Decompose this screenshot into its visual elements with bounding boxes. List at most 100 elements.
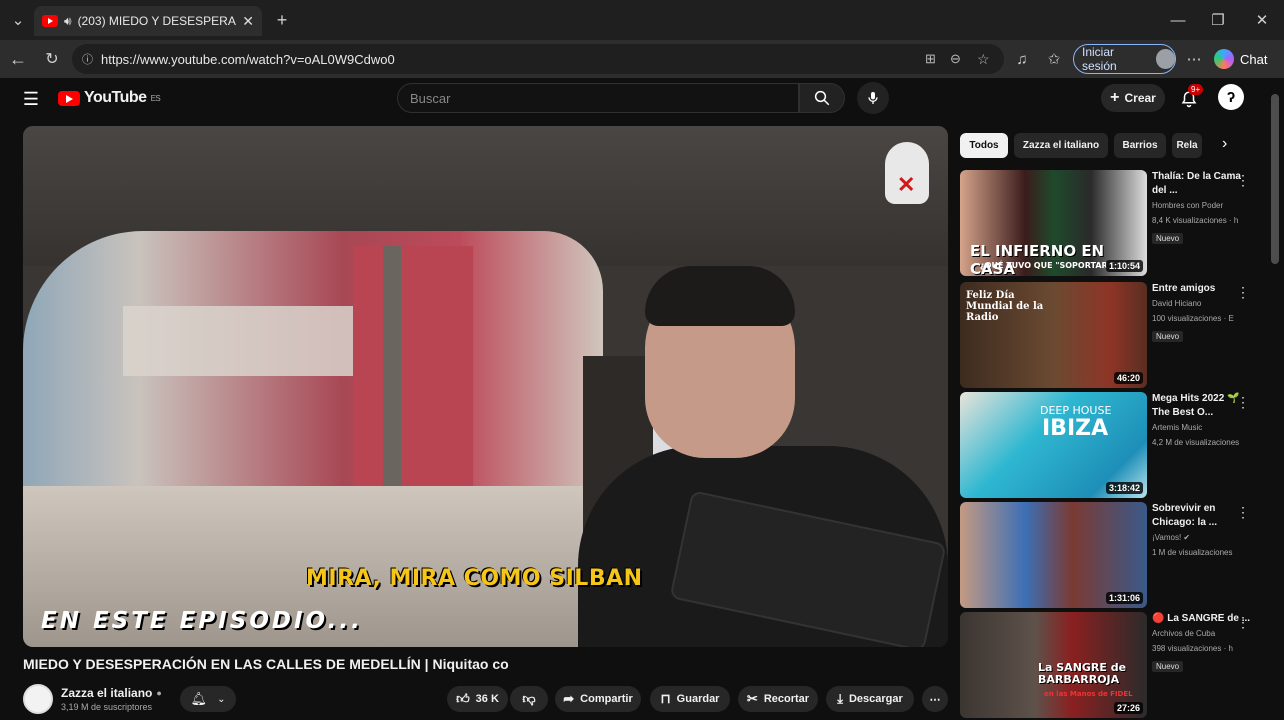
recommendation-meta: 4,2 M de visualizaciones: [1152, 438, 1240, 447]
like-count: 36 K: [475, 693, 499, 705]
create-button[interactable]: + Crear: [1101, 84, 1165, 112]
close-window-button[interactable]: ✕: [1252, 10, 1272, 30]
search-icon: [814, 90, 830, 106]
kebab-menu-icon[interactable]: ⋮: [1236, 284, 1250, 301]
copilot-icon: [1214, 49, 1234, 69]
recommendation-item[interactable]: DEEP HOUSE IBIZA 3:18:42 Mega Hits 2022 …: [960, 392, 1265, 498]
plus-icon: +: [1110, 89, 1120, 106]
search-input[interactable]: Buscar: [397, 83, 799, 113]
chip-barrios[interactable]: Barrios: [1114, 133, 1166, 158]
save-button[interactable]: ⊓ Guardar: [650, 686, 730, 712]
more-actions-button[interactable]: ⋯: [922, 686, 948, 712]
recommendation-item[interactable]: 1:31:06 Sobrevivir en Chicago: la ... ¡V…: [960, 502, 1265, 608]
scrollbar-thumb[interactable]: [1271, 94, 1279, 264]
url-field[interactable]: ⓘ https://www.youtube.com/watch?v=oAL0W9…: [72, 44, 1004, 74]
recommendation-item[interactable]: EL INFIERNO EN CASA ¿QUÉ TUVO QUE "SOPOR…: [960, 170, 1265, 276]
site-info-icon[interactable]: ⓘ: [82, 51, 93, 67]
youtube-logo-icon: [58, 90, 80, 106]
chip-channel[interactable]: Zazza el italiano: [1014, 133, 1108, 158]
tab-close-icon[interactable]: ✕: [242, 13, 254, 30]
video-thumbnail[interactable]: 1:31:06: [960, 502, 1147, 608]
new-badge: Nuevo: [1152, 233, 1184, 244]
speaker-icon[interactable]: 🔊︎: [64, 14, 72, 29]
address-bar-row: ← ↻ ⓘ https://www.youtube.com/watch?v=oA…: [0, 40, 1284, 78]
more-menu-icon[interactable]: ⋯: [1184, 49, 1204, 69]
duration-badge: 1:31:06: [1105, 592, 1143, 604]
favorite-star-icon[interactable]: ☆: [977, 51, 990, 68]
clip-label: Recortar: [763, 693, 810, 705]
scissors-icon: ✂: [746, 691, 758, 706]
channel-avatar[interactable]: [23, 684, 53, 714]
region-code: ES: [150, 93, 161, 103]
video-thumbnail[interactable]: EL INFIERNO EN CASA ¿QUÉ TUVO QUE "SOPOR…: [960, 170, 1147, 276]
video-thumbnail[interactable]: La SANGRE de BARBARROJA en las Manos de …: [960, 612, 1147, 718]
restore-button[interactable]: ❐: [1208, 10, 1228, 30]
youtube-favicon-icon: [42, 15, 58, 27]
recommendation-meta: 8,4 K visualizaciones · h: [1152, 216, 1239, 225]
account-avatar[interactable]: ʔ: [1218, 84, 1244, 110]
new-badge: Nuevo: [1152, 331, 1184, 342]
video-thumbnail[interactable]: DEEP HOUSE IBIZA 3:18:42: [960, 392, 1147, 498]
profile-avatar-icon: [1155, 49, 1175, 69]
media-control-icon[interactable]: ♫: [1012, 49, 1032, 69]
signin-label: Iniciar sesión: [1082, 45, 1117, 73]
video-thumbnail[interactable]: Feliz Día Mundial de la Radio 46:20: [960, 282, 1147, 388]
like-button[interactable]: 👍︎ 36 K: [447, 686, 508, 712]
recommendation-item[interactable]: Feliz Día Mundial de la Radio 46:20 Entr…: [960, 282, 1265, 388]
back-icon[interactable]: ←: [8, 49, 28, 69]
duration-badge: 46:20: [1113, 372, 1143, 384]
chip-related[interactable]: Rela: [1172, 133, 1202, 158]
clip-button[interactable]: ✂ Recortar: [738, 686, 818, 712]
video-player[interactable]: MIRA, MIRA COMO SILBAN EN ESTE EPISODIO.…: [23, 126, 948, 647]
recommendation-item[interactable]: La SANGRE de BARBARROJA en las Manos de …: [960, 612, 1265, 718]
zoom-icon[interactable]: ⊖: [950, 51, 961, 67]
recommendation-channel: Hombres con Poder: [1152, 201, 1224, 210]
reload-icon[interactable]: ↻: [42, 49, 62, 69]
thumbnail-headline: IBIZA: [1042, 416, 1109, 441]
thumbnail-subline: en las Manos de FIDEL: [1044, 690, 1133, 698]
share-button[interactable]: ➦ Compartir: [555, 686, 641, 712]
new-tab-button[interactable]: +: [272, 10, 292, 30]
kebab-menu-icon[interactable]: ⋮: [1236, 504, 1250, 521]
browser-tab[interactable]: 🔊︎ (203) MIEDO Y DESESPERACIÓN EN LAS CA…: [34, 6, 262, 36]
chat-label: Chat: [1240, 51, 1268, 67]
recommendation-meta: 100 visualizaciones · E: [1152, 314, 1234, 323]
save-label: Guardar: [676, 693, 720, 705]
channel-name: Zazza el italiano: [61, 686, 153, 700]
download-button[interactable]: ⤓ Descargar: [826, 686, 914, 712]
chip-todos[interactable]: Todos: [960, 133, 1008, 158]
notification-badge: 9+: [1188, 84, 1204, 95]
channel-watermark-icon[interactable]: [885, 142, 929, 204]
signin-button[interactable]: Iniciar sesión: [1073, 44, 1176, 74]
create-label: Crear: [1124, 91, 1156, 105]
channel-name-link[interactable]: Zazza el italiano ●: [61, 686, 162, 700]
search-button[interactable]: [799, 83, 845, 113]
app-available-icon[interactable]: ⊞: [925, 51, 936, 67]
youtube-logo[interactable]: YouTube ES: [58, 89, 161, 107]
thumbs-down-icon: 👎︎: [522, 691, 536, 706]
subscription-bell-button[interactable]: 🔔︎ ⌄: [180, 686, 236, 712]
kebab-menu-icon[interactable]: ⋮: [1236, 394, 1250, 411]
favorites-icon[interactable]: ✩: [1044, 49, 1064, 69]
page-scrollbar[interactable]: [1268, 80, 1282, 720]
recommendation-meta: 398 visualizaciones · h: [1152, 644, 1233, 653]
thumbnail-headline: Feliz Día Mundial de la Radio: [966, 290, 1044, 323]
hamburger-menu-icon[interactable]: ☰: [20, 88, 42, 110]
minimize-button[interactable]: —: [1168, 10, 1188, 30]
thumbnail-headline: La SANGRE de BARBARROJA: [1038, 661, 1127, 686]
copilot-chat-button[interactable]: Chat: [1214, 44, 1276, 74]
tab-title: (203) MIEDO Y DESESPERACIÓN EN LAS CALLE…: [77, 14, 237, 28]
kebab-menu-icon[interactable]: ⋮: [1236, 172, 1250, 189]
utility-pole: [383, 246, 401, 516]
browser-tab-bar: ⌄ 🔊︎ (203) MIEDO Y DESESPERACIÓN EN LAS …: [0, 0, 1284, 40]
dislike-button[interactable]: 👎︎: [510, 686, 548, 712]
voice-search-button[interactable]: [857, 82, 889, 114]
red-building: [353, 246, 473, 486]
chips-next-icon[interactable]: ›: [1222, 135, 1227, 153]
new-badge: Nuevo: [1152, 661, 1184, 672]
tab-list-chevron-icon[interactable]: ⌄: [8, 10, 28, 30]
recommendation-channel: Artemis Music: [1152, 423, 1203, 432]
thumbs-up-icon: 👍︎: [456, 691, 470, 706]
chevron-down-icon: ⌄: [217, 693, 226, 705]
kebab-menu-icon[interactable]: ⋮: [1236, 614, 1250, 631]
